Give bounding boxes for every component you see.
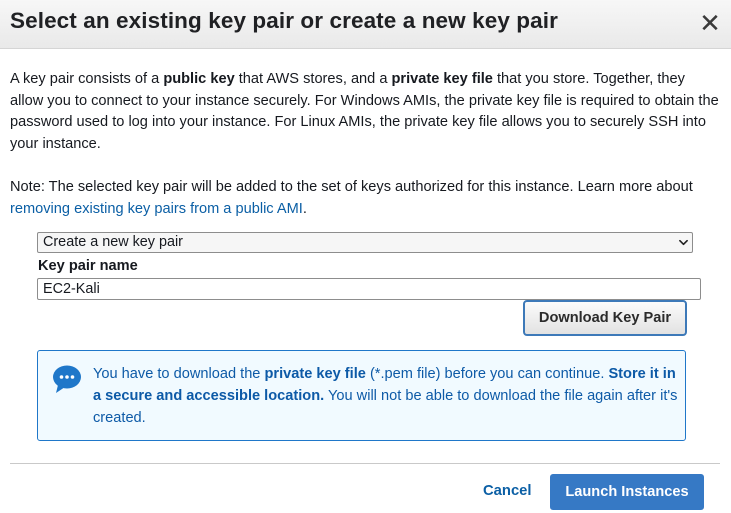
note-text: Note: The selected key pair will be adde… [10,179,693,195]
info-text-2: (*.pem file) before you can continue. [365,366,609,382]
info-message: You have to download the private key fil… [93,363,678,429]
info-bold-private-key-file: private key file [264,366,366,382]
download-key-pair-button[interactable]: Download Key Pair [523,300,687,336]
note-paragraph: Note: The selected key pair will be adde… [10,177,722,220]
removing-key-pairs-link[interactable]: removing existing key pairs from a publi… [10,201,303,217]
chevron-down-icon [679,239,688,246]
intro-bold-private-key-file: private key file [391,71,493,87]
close-icon[interactable]: ✕ [697,9,723,37]
key-pair-name-label: Key pair name [38,258,138,274]
key-pair-dialog: Select an existing key pair or create a … [0,0,731,513]
key-pair-option-select[interactable]: Create a new key pair [37,232,693,253]
info-text-1: You have to download the [93,366,265,382]
intro-bold-public-key: public key [163,71,235,87]
key-pair-option-value: Create a new key pair [43,234,183,250]
info-alert: You have to download the private key fil… [37,350,686,441]
chat-bubble-icon [53,365,81,393]
key-pair-name-input[interactable] [37,278,701,300]
dialog-title: Select an existing key pair or create a … [10,8,558,33]
dialog-header: Select an existing key pair or create a … [0,0,731,49]
launch-instances-button[interactable]: Launch Instances [550,474,704,510]
intro-text-1: A key pair consists of a [10,71,164,87]
note-end: . [302,200,307,217]
cancel-button[interactable]: Cancel [483,483,532,499]
footer-divider [10,463,720,464]
intro-paragraph: A key pair consists of a public key that… [10,69,722,155]
intro-text-2: that AWS stores, and a [234,71,392,87]
